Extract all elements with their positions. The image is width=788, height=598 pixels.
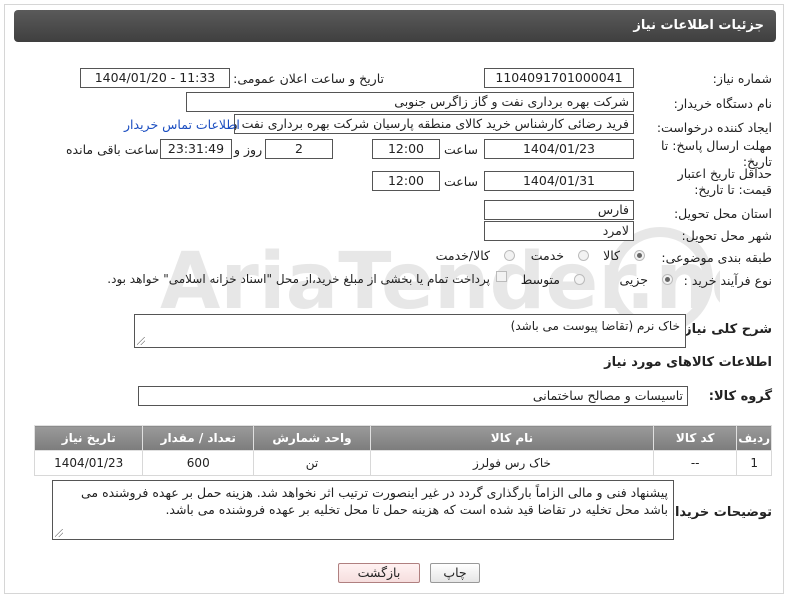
cell-unit: تن (253, 450, 371, 476)
category-radio-goods[interactable] (634, 250, 645, 261)
process-radio-minor[interactable] (662, 274, 673, 285)
need-number-field[interactable]: 1104091701000041 (484, 68, 634, 88)
back-button[interactable]: بازگشت (338, 563, 420, 583)
goods-section-title: اطلاعات کالاهای مورد نیاز (604, 355, 772, 370)
price-validity-time-label: ساعت (444, 174, 479, 189)
cell-need-date: 1404/01/23 (33, 450, 144, 476)
time-remaining-field[interactable]: 23:31:49 (160, 139, 232, 159)
description-textarea[interactable]: خاک نرم (تقاضا پیوست می باشد) (134, 314, 686, 348)
buyer-notes-label: توضیحات خریدار: (662, 505, 772, 520)
price-validity-date-field[interactable]: 1404/01/31 (484, 171, 634, 191)
province-label: استان محل تحویل: (673, 206, 772, 221)
creator-label: ایجاد کننده درخواست: (656, 120, 772, 135)
table-row: 1 -- خاک رس فولرز تن 600 1404/01/23 (33, 450, 772, 476)
cell-item-name: خاک رس فولرز (369, 450, 655, 476)
announce-datetime-label: تاریخ و ساعت اعلان عمومی: (233, 71, 384, 86)
city-field[interactable]: لامرد (484, 221, 634, 241)
goods-table-header: ردیف کد کالا نام کالا واحد شمارش تعداد /… (33, 425, 772, 451)
treasury-payment-note: پرداخت تمام یا بخشی از مبلغ خرید،از محل … (107, 272, 490, 286)
price-validity-label-text: حداقل تاریخ اعتبار قیمت: تا تاریخ: (677, 166, 772, 197)
goods-table: ردیف کد کالا نام کالا واحد شمارش تعداد /… (33, 425, 772, 476)
buyer-org-label: نام دستگاه خریدار: (673, 96, 772, 111)
announce-datetime-field[interactable]: 1404/01/20 - 11:33 (80, 68, 230, 88)
buyer-contact-link[interactable]: اطلاعات تماس خریدار (124, 117, 240, 132)
col-quantity: تعداد / مقدار (142, 425, 255, 451)
category-option-goods: کالا (603, 248, 620, 263)
col-unit: واحد شمارش (253, 425, 371, 451)
buyer-notes-text: پیشنهاد فنی و مالی الزاماً بارگذاری گردد… (81, 485, 668, 517)
category-option-service: خدمت (530, 248, 564, 263)
reply-time-label: ساعت (444, 142, 479, 157)
need-number-label: شماره نیاز: (712, 71, 772, 86)
process-option-medium: متوسط (520, 272, 560, 287)
goods-group-field[interactable]: تاسیسات و مصالح ساختمانی (138, 386, 688, 406)
reply-date-field[interactable]: 1404/01/23 (484, 139, 634, 159)
resize-handle-icon[interactable] (137, 337, 145, 345)
col-item-name: نام کالا (369, 425, 655, 451)
resize-handle-icon[interactable] (55, 529, 63, 537)
page-title: جزئیات اطلاعات نیاز (14, 10, 776, 42)
col-need-date: تاریخ نیاز (33, 425, 144, 451)
description-label: شرح کلی نیاز: (678, 322, 772, 337)
col-row: ردیف (736, 425, 772, 451)
time-remaining-label: ساعت باقی مانده (66, 142, 159, 157)
treasury-payment-checkbox[interactable] (496, 271, 507, 282)
col-item-code: کد کالا (653, 425, 738, 451)
reply-time-field[interactable]: 12:00 (372, 139, 440, 159)
price-validity-label: حداقل تاریخ اعتبار قیمت: تا تاریخ: (642, 166, 772, 198)
process-option-minor: جزیی (619, 272, 648, 287)
cell-row: 1 (736, 450, 772, 476)
cell-quantity: 600 (142, 450, 255, 476)
days-label: روز و (234, 142, 263, 157)
price-validity-time-field[interactable]: 12:00 (372, 171, 440, 191)
days-remaining-field[interactable]: 2 (265, 139, 333, 159)
buyer-org-field[interactable]: شرکت بهره برداری نفت و گاز زاگرس جنوبی (186, 92, 634, 112)
category-radio-service[interactable] (578, 250, 589, 261)
goods-group-label: گروه کالا: (708, 389, 772, 404)
process-type-label: نوع فرآیند خرید : (683, 273, 772, 288)
city-label: شهر محل تحویل: (681, 228, 772, 243)
creator-field[interactable]: فرید رضائی کارشناس خرید کالای منطقه پارس… (234, 114, 634, 134)
print-button[interactable]: چاپ (430, 563, 480, 583)
category-option-goods-service: کالا/خدمت (435, 248, 490, 263)
buyer-notes-textarea[interactable]: پیشنهاد فنی و مالی الزاماً بارگذاری گردد… (52, 480, 674, 540)
category-radio-goods-service[interactable] (504, 250, 515, 261)
description-text: خاک نرم (تقاضا پیوست می باشد) (510, 319, 680, 333)
process-radio-medium[interactable] (574, 274, 585, 285)
province-field[interactable]: فارس (484, 200, 634, 220)
cell-item-code: -- (653, 450, 738, 476)
category-label: طبقه بندی موضوعی: (661, 250, 772, 265)
